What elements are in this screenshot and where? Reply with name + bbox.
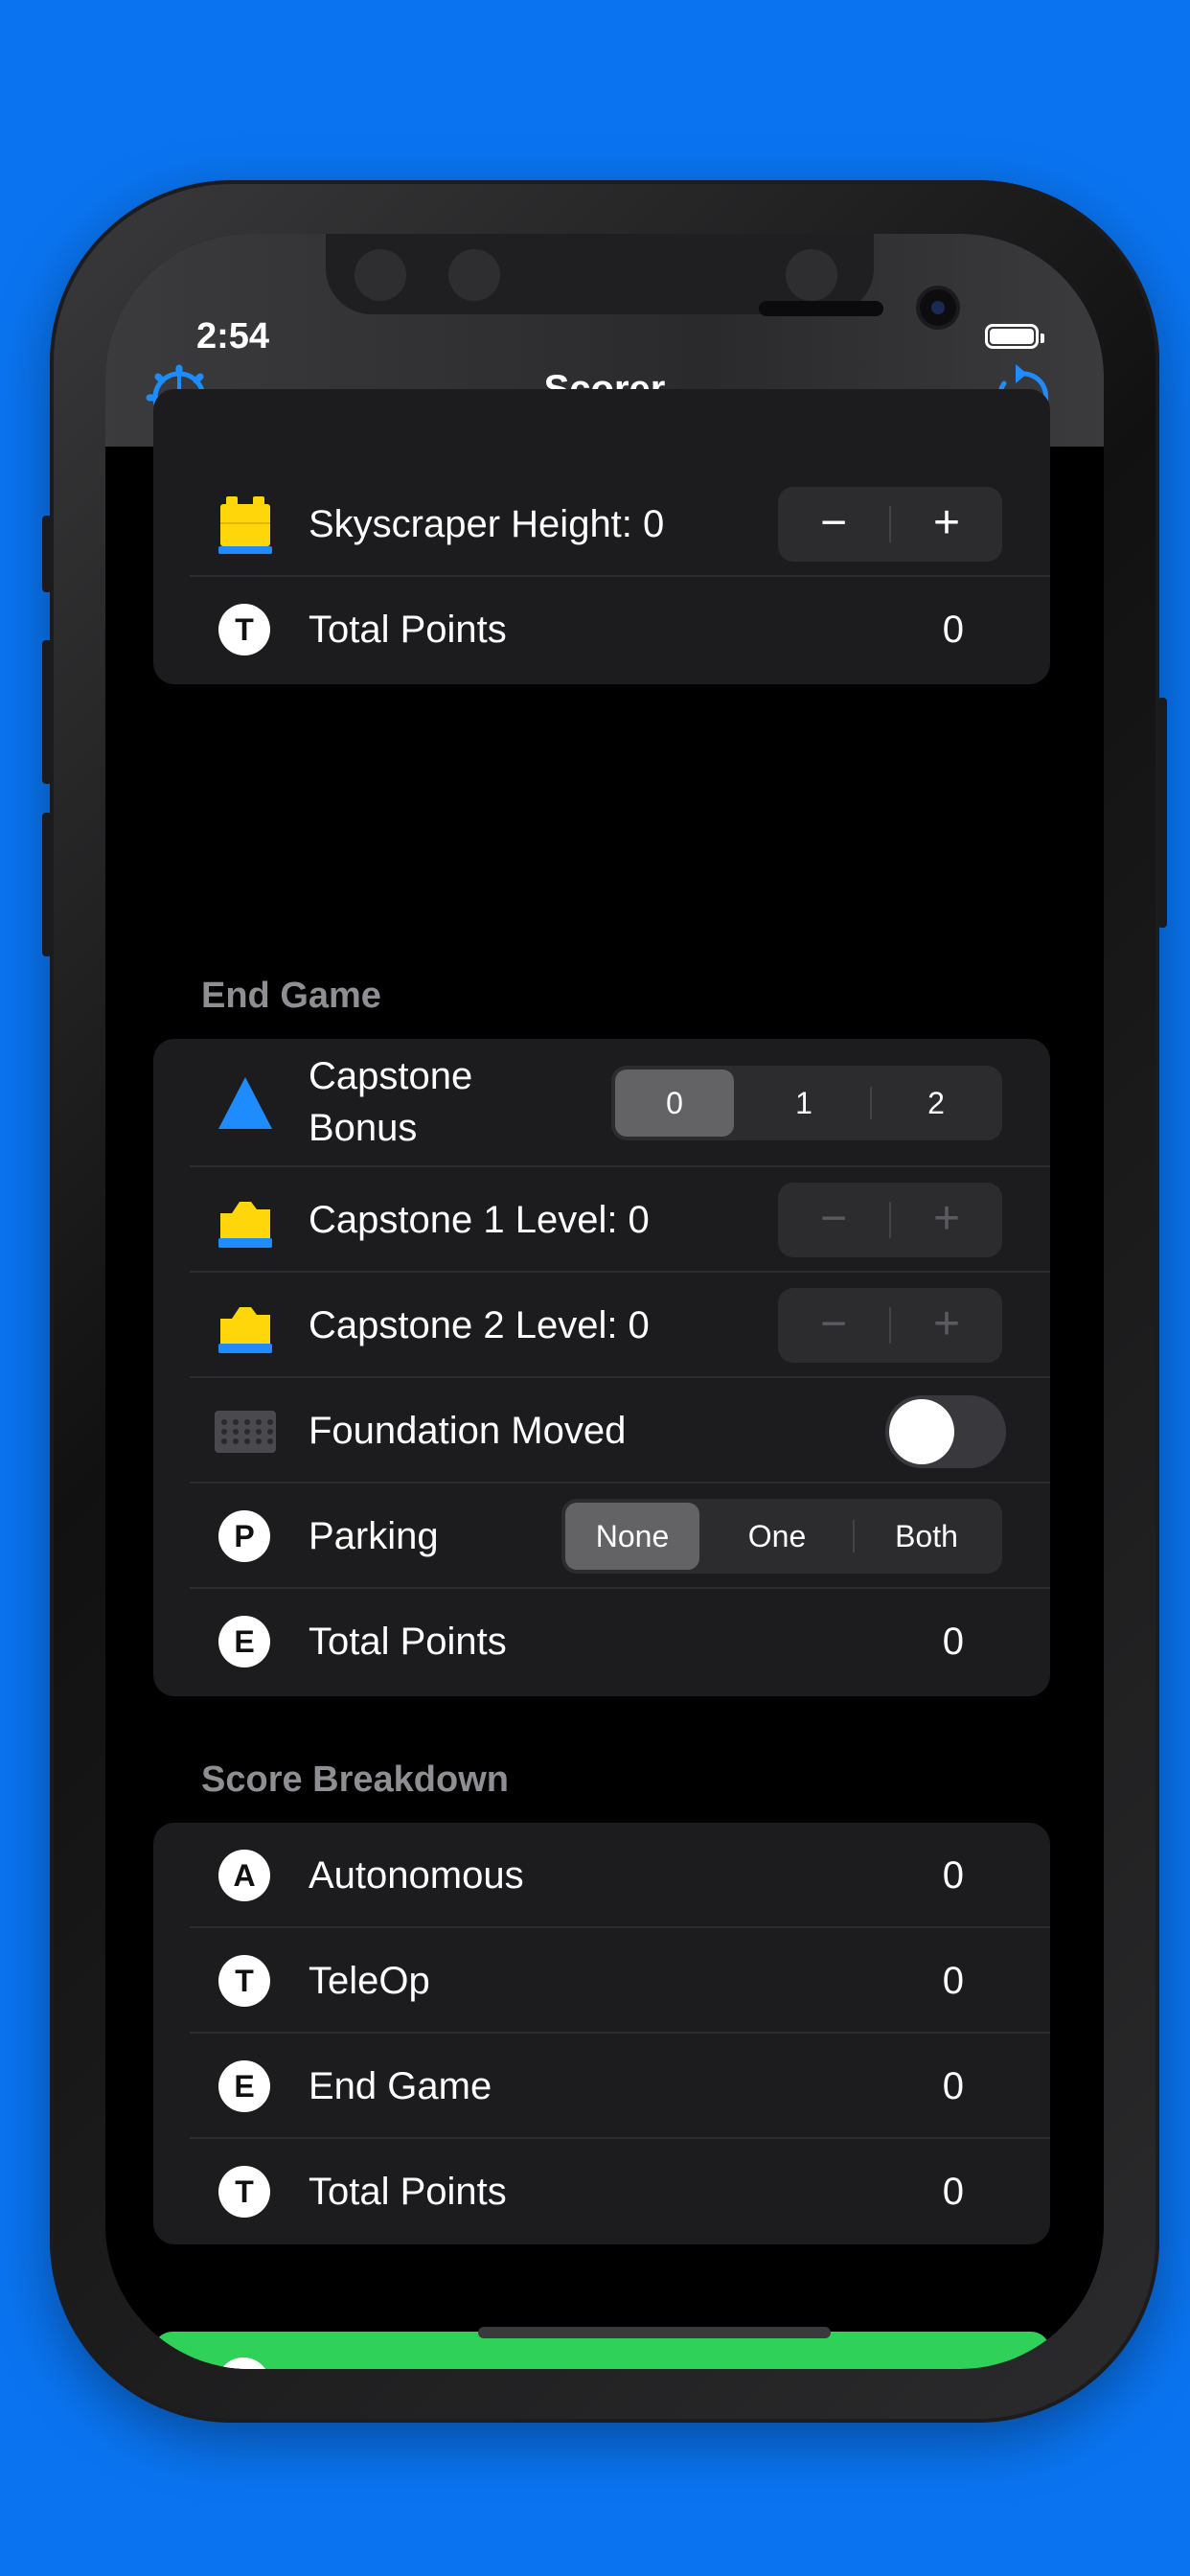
- parking-row: P Parking None One Both: [153, 1484, 1050, 1589]
- breakdown-value: 0: [942, 1854, 964, 1897]
- capstone-bonus-option-1[interactable]: 1: [740, 1070, 868, 1137]
- capstone-bonus-option-2[interactable]: 2: [872, 1070, 1000, 1137]
- a-badge-icon: A: [218, 1850, 270, 1901]
- parking-segmented: None One Both: [561, 1499, 1002, 1574]
- capstone-bonus-row: Capstone Bonus 0 1 2: [153, 1039, 1050, 1167]
- scroll-content[interactable]: Skyscraper Height: 0 − + T Total Points …: [105, 389, 1104, 2369]
- capstone2-stepper: − +: [778, 1288, 1002, 1363]
- front-camera: [920, 289, 956, 326]
- volume-up-button: [42, 640, 52, 784]
- score-breakdown-card: A Autonomous 0 T TeleOp 0 E End Game 0 T…: [153, 1823, 1050, 2244]
- t-badge-icon: T: [218, 2166, 270, 2218]
- decrement-button[interactable]: −: [778, 1183, 889, 1257]
- phone-frame: 2:54 Scorer: [42, 180, 1167, 2423]
- increment-button[interactable]: +: [891, 1288, 1002, 1363]
- capstone-icon: [218, 1202, 272, 1248]
- end-game-total-value: 0: [942, 1621, 964, 1663]
- battery-icon: [985, 324, 1044, 349]
- decrement-button[interactable]: −: [778, 1288, 889, 1363]
- end-game-total-row: E Total Points 0: [153, 1589, 1050, 1694]
- score-breakdown-section-title: Score Breakdown: [201, 1760, 509, 1800]
- end-game-total-label: Total Points: [309, 1621, 507, 1663]
- capstone-icon: [218, 1307, 272, 1353]
- increment-button[interactable]: +: [891, 487, 1002, 562]
- breakdown-label: End Game: [309, 2065, 492, 2107]
- end-game-section-title: End Game: [201, 976, 381, 1016]
- parking-option-none[interactable]: None: [565, 1503, 699, 1570]
- foundation-row: Foundation Moved: [153, 1378, 1050, 1484]
- capstone1-stepper: − +: [778, 1183, 1002, 1257]
- screen: 2:54 Scorer: [105, 234, 1104, 2369]
- teleop-total-label: Total Points: [309, 609, 507, 651]
- e-badge-icon: E: [218, 1616, 270, 1668]
- breakdown-row: E End Game 0: [153, 2034, 1050, 2139]
- capstone1-row: Capstone 1 Level: 0 − +: [153, 1167, 1050, 1273]
- skyscraper-label: Skyscraper Height: 0: [309, 503, 665, 545]
- notch: [326, 234, 956, 326]
- foundation-label: Foundation Moved: [309, 1410, 627, 1452]
- triangle-icon: [218, 1077, 272, 1129]
- breakdown-row: T TeleOp 0: [153, 1928, 1050, 2034]
- foundation-icon: [215, 1411, 276, 1453]
- t-badge-icon: T: [218, 604, 270, 656]
- power-button: [1157, 698, 1167, 928]
- breakdown-value: 0: [942, 1960, 964, 2002]
- capstone-bonus-option-0[interactable]: 0: [615, 1070, 734, 1137]
- mute-switch: [42, 516, 52, 592]
- breakdown-label: Autonomous: [309, 1854, 524, 1897]
- breakdown-row: A Autonomous 0: [153, 1823, 1050, 1928]
- capstone1-label: Capstone 1 Level: 0: [309, 1199, 650, 1241]
- e-badge-icon: E: [218, 2060, 270, 2112]
- breakdown-value: 0: [942, 2065, 964, 2107]
- skyscraper-stepper: − +: [778, 487, 1002, 562]
- p-badge-icon: P: [218, 1510, 270, 1562]
- breakdown-row: T Total Points 0: [153, 2139, 1050, 2244]
- t-badge-icon: T: [218, 1955, 270, 2007]
- breakdown-label: TeleOp: [309, 1960, 430, 2002]
- teleop-total-value: 0: [942, 609, 964, 651]
- capstone2-label: Capstone 2 Level: 0: [309, 1304, 650, 1346]
- parking-label: Parking: [309, 1515, 439, 1557]
- earpiece-speaker: [759, 301, 883, 316]
- decrement-button[interactable]: −: [778, 487, 889, 562]
- increment-button[interactable]: +: [891, 1183, 1002, 1257]
- foundation-toggle[interactable]: [885, 1395, 1006, 1468]
- download-icon: [217, 2358, 270, 2369]
- skyscraper-icon: [218, 496, 272, 554]
- breakdown-value: 0: [942, 2171, 964, 2213]
- parking-option-one[interactable]: One: [705, 1503, 849, 1570]
- parking-option-both[interactable]: Both: [855, 1503, 998, 1570]
- capstone2-row: Capstone 2 Level: 0 − +: [153, 1273, 1050, 1378]
- breakdown-label: Total Points: [309, 2171, 507, 2213]
- teleop-total-row: T Total Points 0: [153, 577, 1050, 682]
- volume-down-button: [42, 813, 52, 956]
- capstone-bonus-label: Capstone Bonus: [309, 1055, 473, 1149]
- end-game-card: Capstone Bonus 0 1 2 Capstone 1 Level: 0: [153, 1039, 1050, 1696]
- home-indicator[interactable]: [478, 2327, 831, 2338]
- teleop-card: Skyscraper Height: 0 − + T Total Points …: [153, 389, 1050, 684]
- skyscraper-row: Skyscraper Height: 0 − +: [153, 472, 1050, 577]
- status-time: 2:54: [196, 316, 270, 356]
- capstone-bonus-segmented: 0 1 2: [611, 1066, 1002, 1140]
